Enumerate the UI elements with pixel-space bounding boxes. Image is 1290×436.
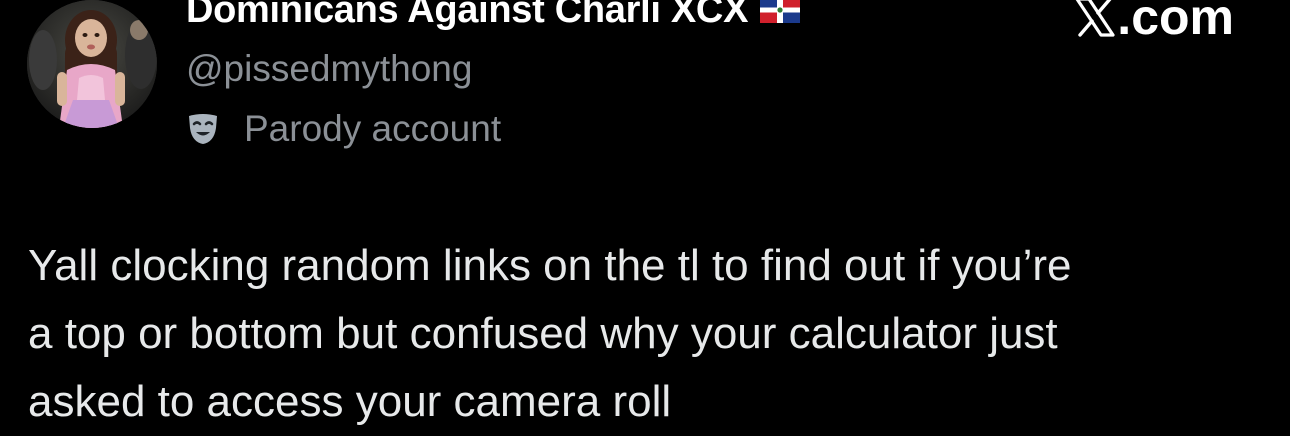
tweet-text-line: Yall clocking random links on the tl to … (28, 241, 1072, 290)
avatar[interactable] (27, 0, 157, 128)
display-name[interactable]: Dominicans Against Charli XCX (186, 0, 748, 32)
display-name-row[interactable]: Dominicans Against Charli XCX (186, 0, 801, 36)
x-logo-icon (1075, 0, 1115, 37)
brand-domain-text: .com (1117, 0, 1234, 45)
user-handle[interactable]: @pissedmythong (186, 48, 472, 90)
tweet-text-line: asked to access your camera roll (28, 377, 672, 426)
dominican-republic-flag-icon (760, 0, 801, 23)
parody-account-label: Parody account (244, 108, 502, 149)
x-com-watermark: .com (1075, 0, 1234, 46)
tweet-text-line: a top or bottom but confused why your ca… (28, 309, 1058, 358)
parody-mask-icon (186, 112, 220, 146)
parody-label-row: Parody account (186, 108, 501, 150)
tweet-card: Dominicans Against Charli XCX @pissedmyt… (0, 0, 1290, 429)
tweet-text: Yall clocking random links on the tl to … (28, 232, 1268, 436)
